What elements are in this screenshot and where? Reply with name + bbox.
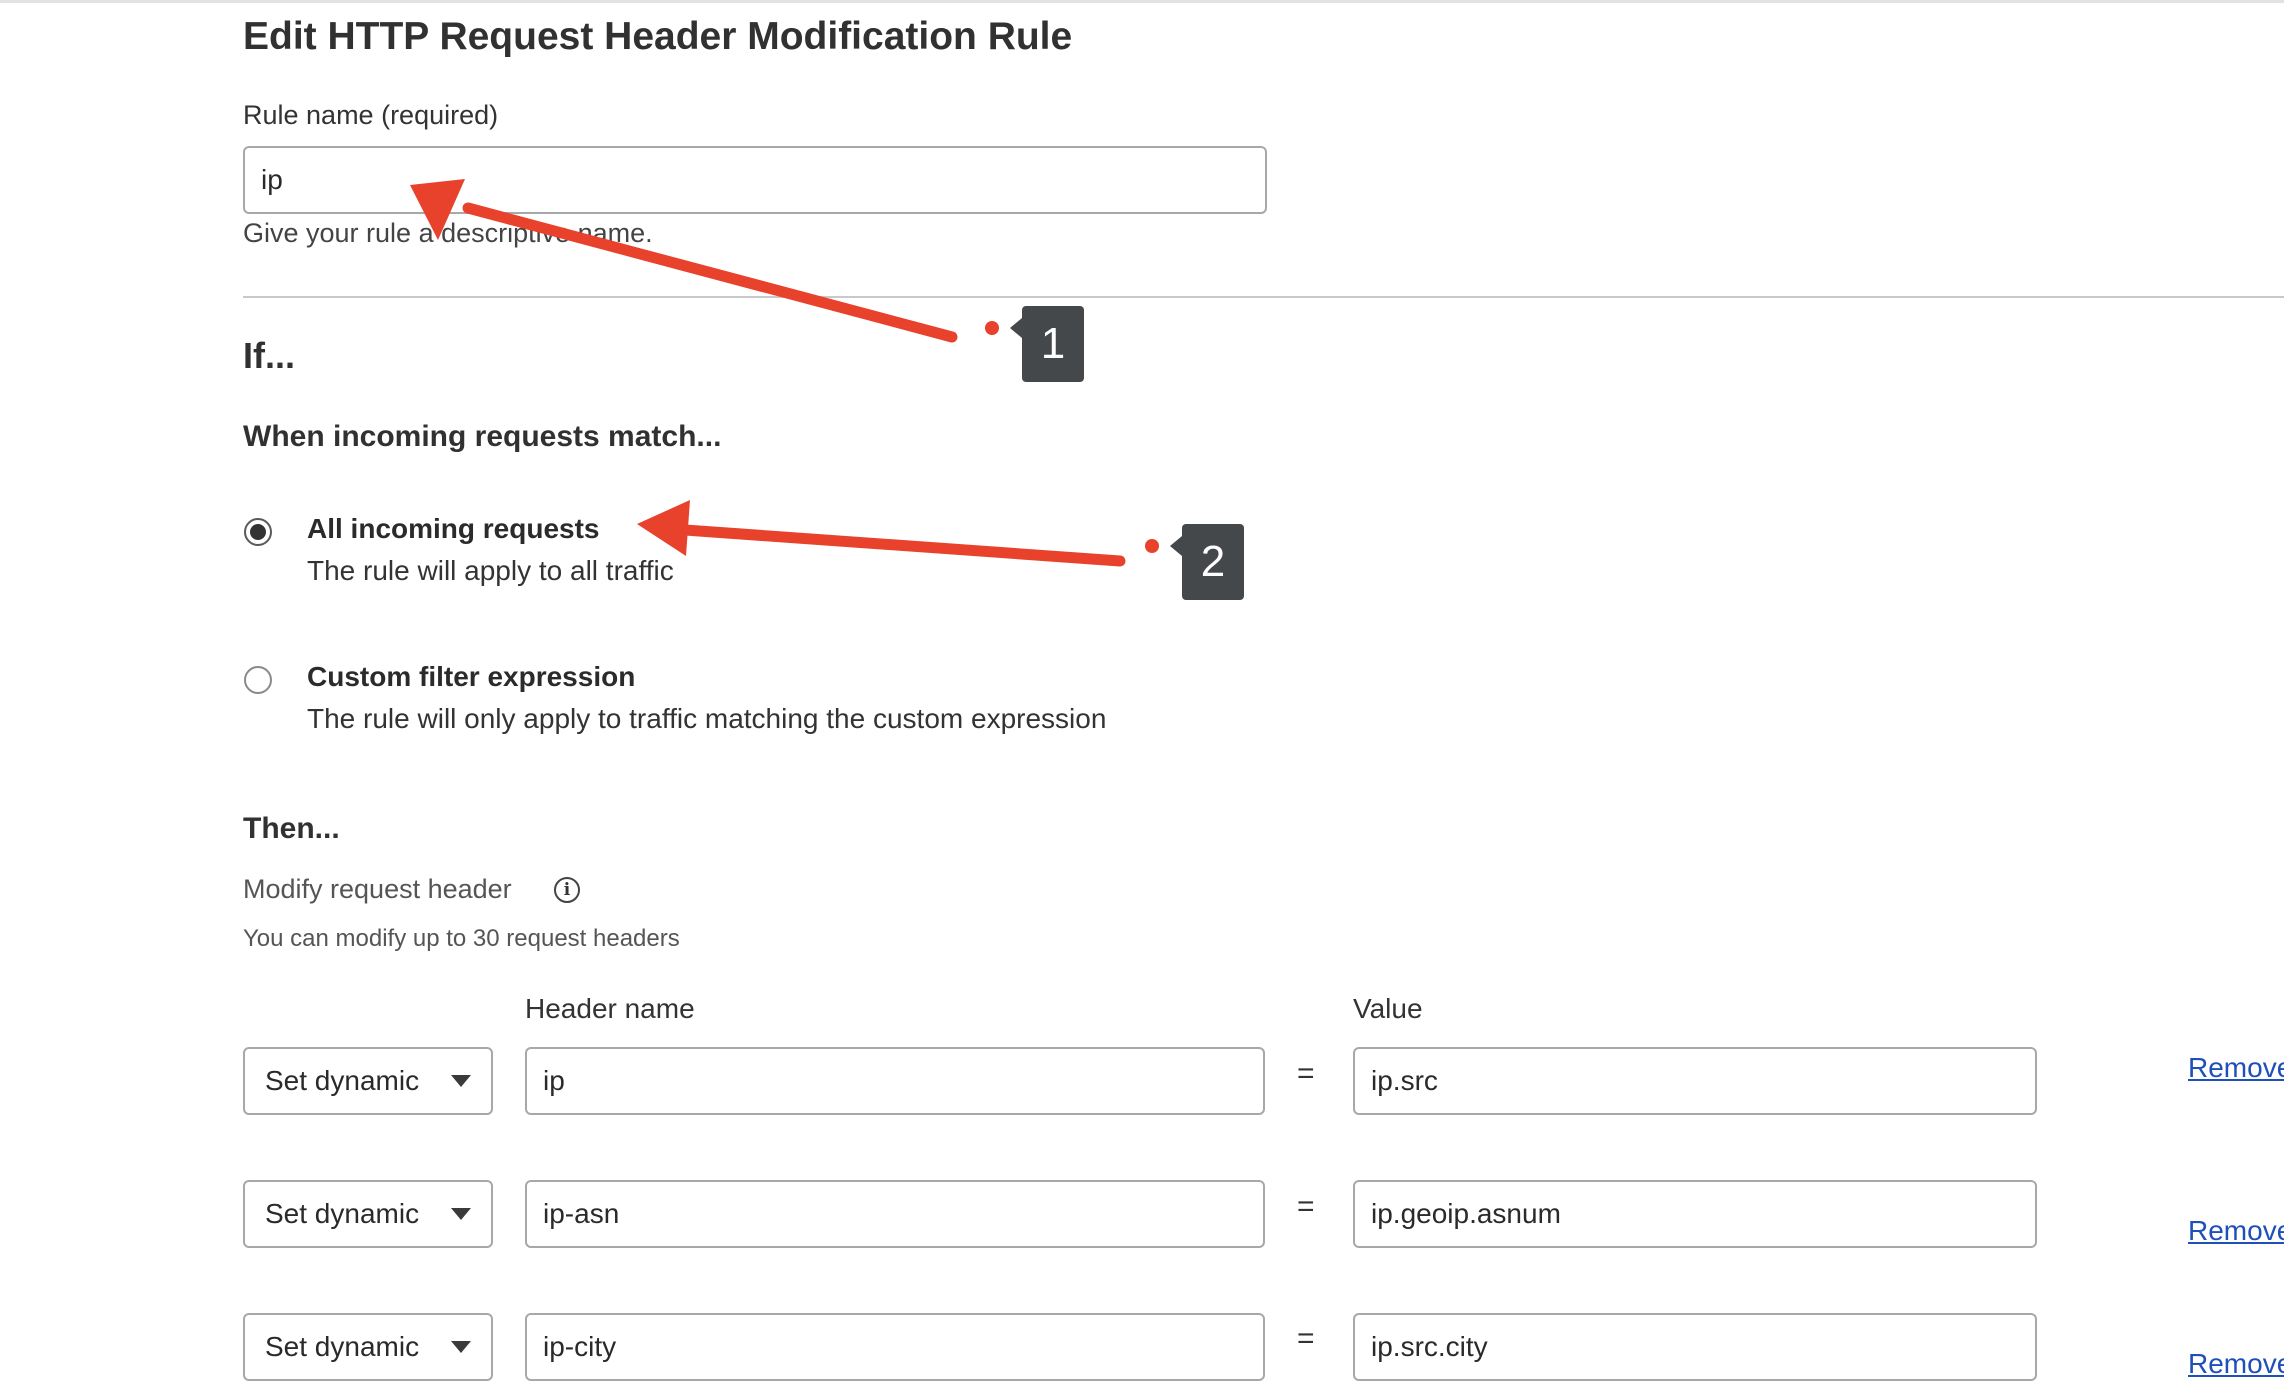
annotation-arrows: [410, 179, 1126, 567]
annotation-dot-1: [985, 321, 999, 335]
annotation-arrow-2: [637, 500, 1126, 567]
annotation-badge-2: 2: [1182, 524, 1244, 600]
annotation-badge-tip-1: [1010, 318, 1022, 338]
annotation-arrow-1: [410, 179, 958, 343]
annotation-badge-1: 1: [1022, 306, 1084, 382]
annotation-badge-tip-2: [1170, 536, 1182, 556]
annotation-dot-2: [1145, 539, 1159, 553]
